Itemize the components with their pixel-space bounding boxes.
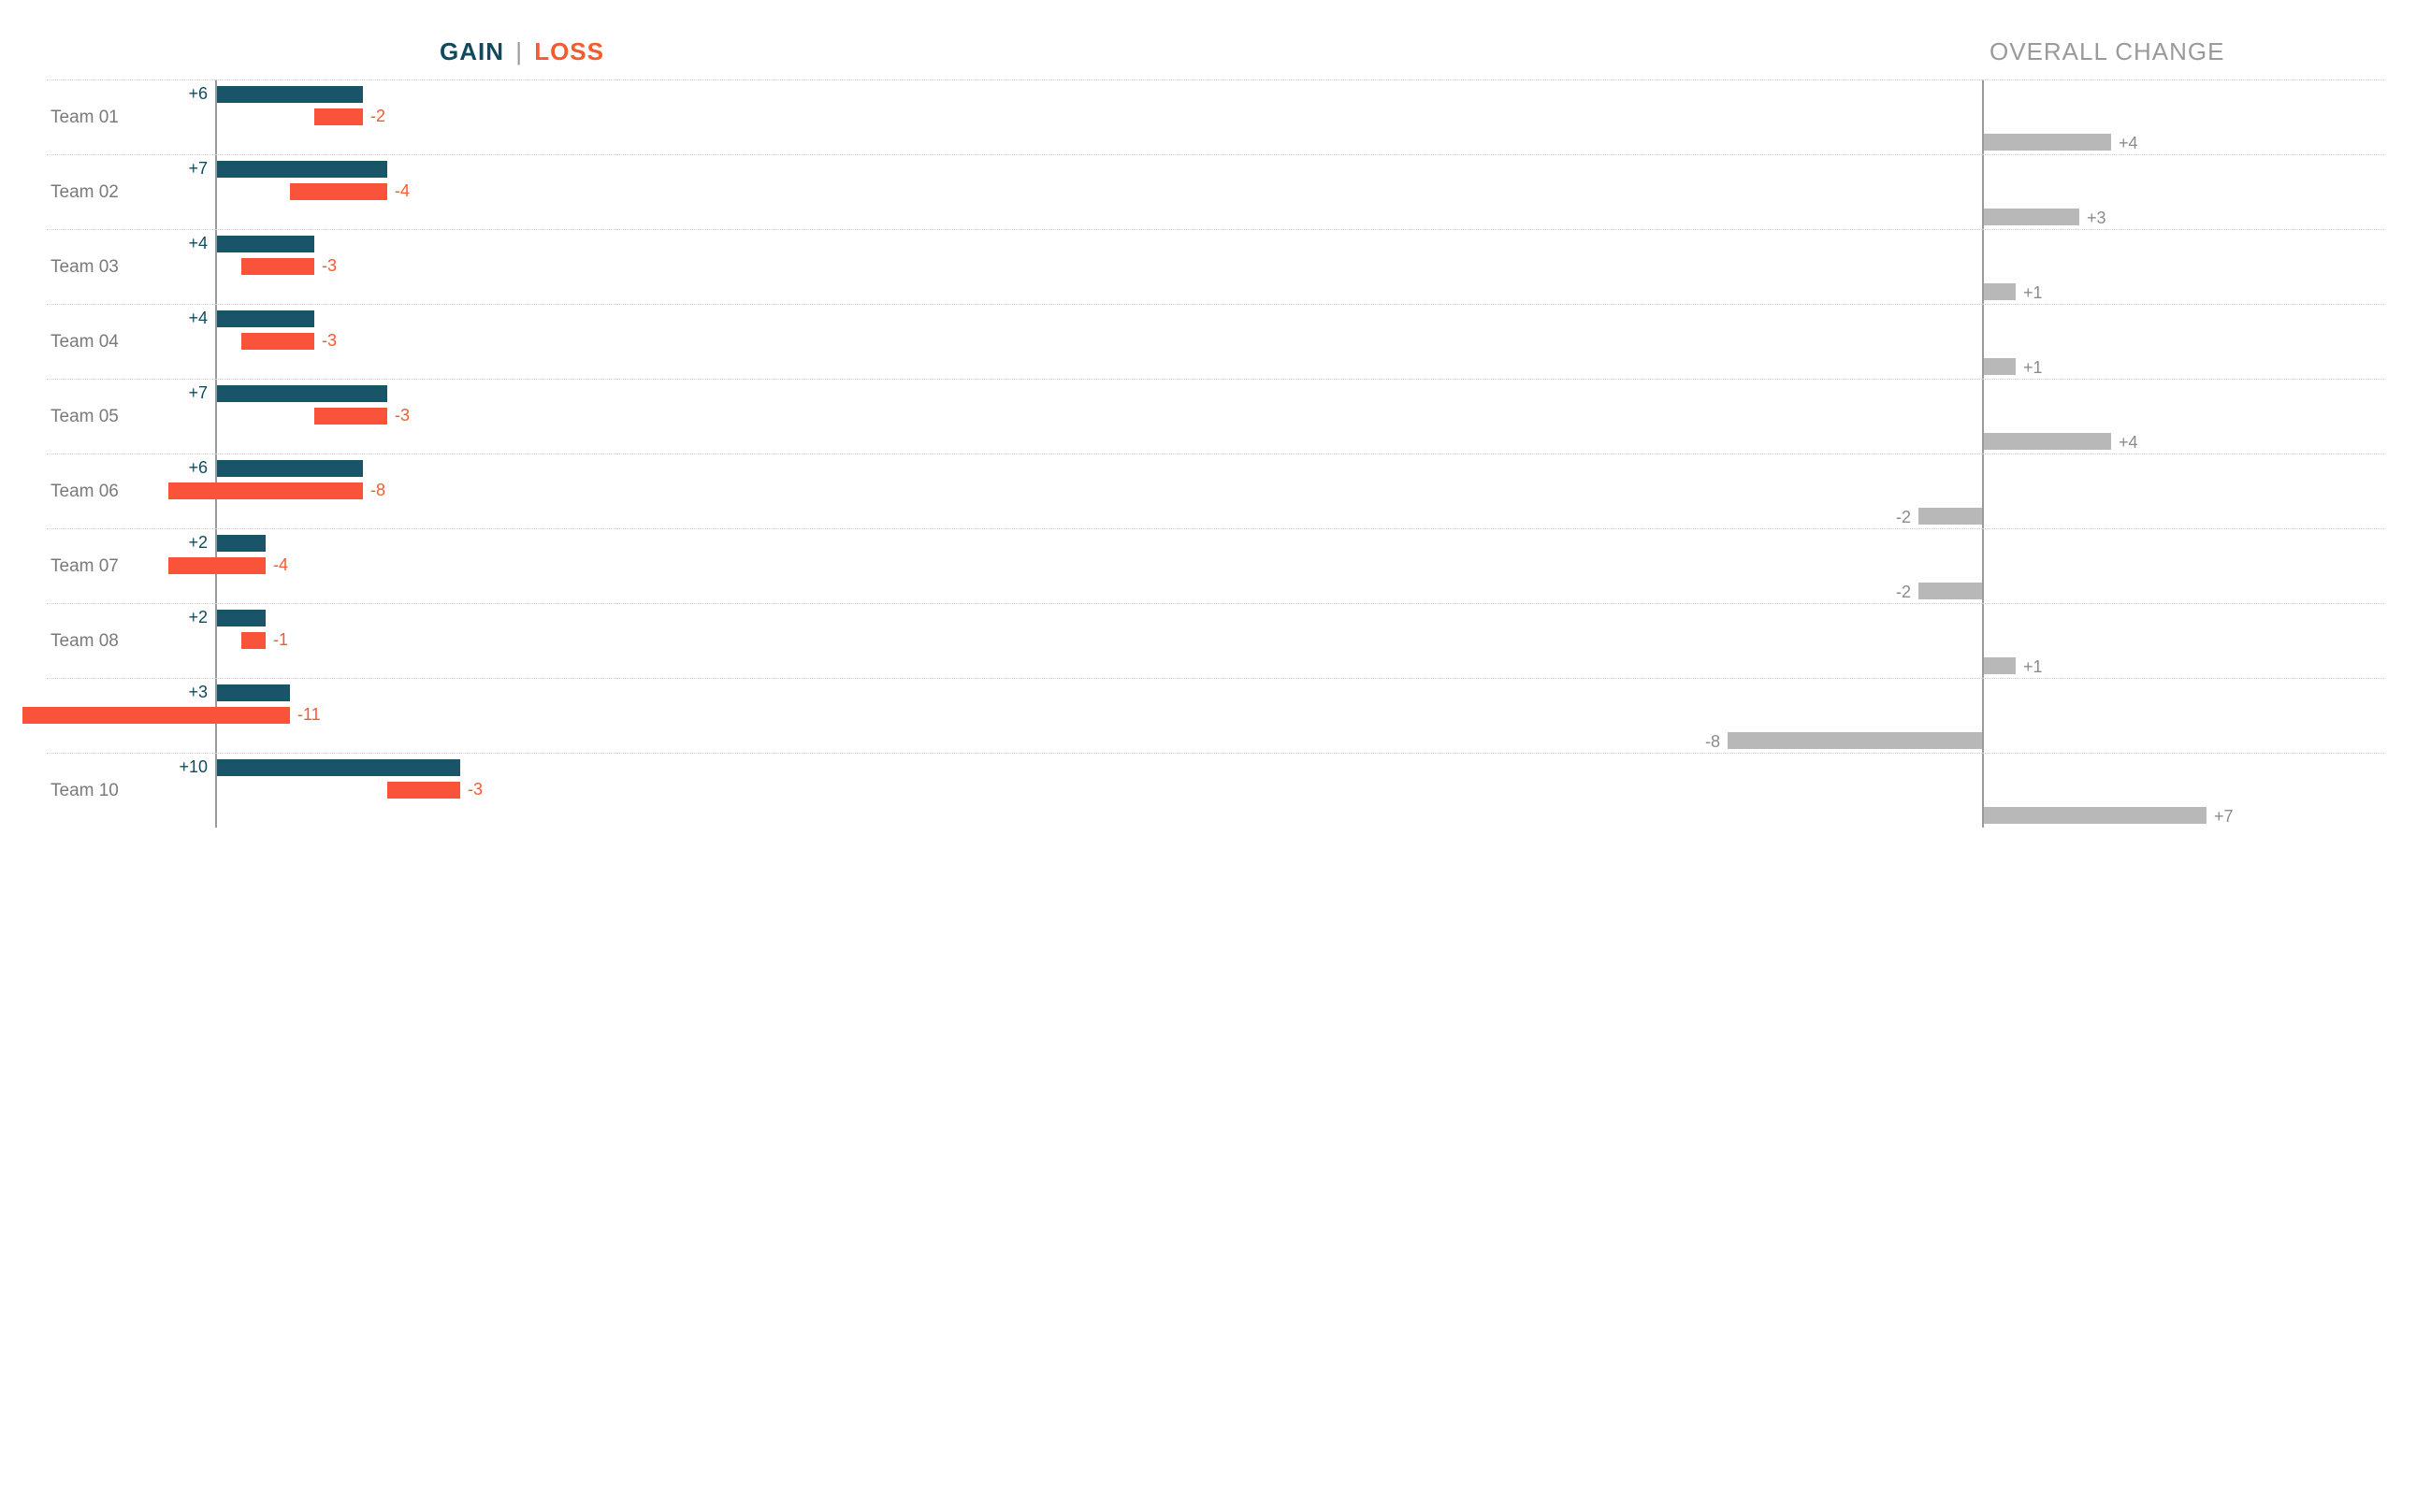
gap-cell	[617, 603, 1982, 678]
loss-bar	[22, 707, 290, 724]
gain-value: +3	[188, 684, 208, 700]
loss-value: -1	[273, 631, 288, 648]
gain-bar	[217, 759, 460, 776]
overall-cell: +4	[1982, 79, 2384, 154]
gain-loss-cell: +10-3	[215, 753, 617, 828]
header-gap	[617, 37, 1982, 79]
header-gain-loss: GAIN | LOSS	[215, 37, 617, 79]
loss-value: -3	[322, 257, 337, 274]
overall-value: +4	[2119, 135, 2138, 151]
gain-loss-cell: +2-1	[215, 603, 617, 678]
gain-value: +7	[188, 384, 208, 401]
overall-bar	[1984, 433, 2111, 450]
gap-cell: -2	[617, 528, 1982, 603]
gain-value: +7	[188, 160, 208, 177]
gain-loss-cell: +6-2	[215, 79, 617, 154]
gain-bar	[217, 161, 387, 178]
overall-value: +1	[2023, 284, 2043, 301]
loss-bar	[241, 333, 314, 350]
overall-value: +3	[2087, 209, 2106, 226]
overall-value: -2	[1896, 509, 1911, 526]
overall-value: -2	[1896, 583, 1911, 600]
overall-cell	[1982, 454, 2384, 528]
gain-loss-cell: +7-4	[215, 154, 617, 229]
header-pipe: |	[512, 37, 527, 65]
loss-header-text: LOSS	[534, 37, 604, 65]
gain-value: +2	[188, 609, 208, 626]
loss-value: -2	[370, 108, 385, 124]
gain-bar	[217, 684, 290, 701]
loss-bar	[387, 782, 460, 799]
overall-bar	[1984, 358, 2016, 375]
loss-value: -8	[370, 482, 385, 498]
gain-value: +4	[188, 310, 208, 326]
gain-loss-cell: +6-8	[215, 454, 617, 528]
overall-cell: +3	[1982, 154, 2384, 229]
loss-bar	[168, 557, 266, 574]
overall-cell: +1	[1982, 603, 2384, 678]
loss-bar	[168, 482, 363, 499]
gain-loss-cell: +7-3	[215, 379, 617, 454]
overall-bar	[1918, 583, 1982, 599]
gain-bar	[217, 86, 363, 103]
overall-value: +1	[2023, 359, 2043, 376]
header-overall: OVERALL CHANGE	[1982, 37, 2384, 79]
gap-cell	[617, 753, 1982, 828]
gain-loss-overall-chart: GAIN | LOSS OVERALL CHANGE Team 01+6-2+4…	[47, 37, 2384, 828]
gap-cell	[617, 154, 1982, 229]
gain-header-text: GAIN	[440, 37, 504, 65]
gain-value: +4	[188, 235, 208, 252]
overall-value: -8	[1705, 733, 1720, 750]
gain-value: +2	[188, 534, 208, 551]
gap-cell: -2	[617, 454, 1982, 528]
gain-value: +10	[179, 758, 208, 775]
loss-bar	[241, 258, 314, 275]
loss-value: -4	[395, 182, 410, 199]
gain-bar	[217, 310, 314, 327]
loss-bar	[290, 183, 387, 200]
gain-value: +6	[188, 459, 208, 476]
overall-bar	[1728, 732, 1982, 749]
loss-value: -3	[468, 781, 483, 798]
overall-cell	[1982, 528, 2384, 603]
gain-loss-cell: +4-3	[215, 304, 617, 379]
overall-cell: +4	[1982, 379, 2384, 454]
gain-bar	[217, 610, 266, 626]
overall-value: +4	[2119, 434, 2138, 451]
gap-cell	[617, 379, 1982, 454]
gap-cell	[617, 304, 1982, 379]
gain-loss-cell: +3-11	[215, 678, 617, 753]
header-spacer	[47, 37, 215, 79]
overall-bar	[1984, 657, 2016, 674]
overall-value: +7	[2214, 808, 2234, 825]
loss-value: -4	[273, 556, 288, 573]
gain-bar	[217, 236, 314, 252]
gain-bar	[217, 535, 266, 552]
overall-bar	[1918, 508, 1982, 525]
loss-bar	[241, 632, 266, 649]
gain-value: +6	[188, 85, 208, 102]
overall-cell: +7	[1982, 753, 2384, 828]
gain-bar	[217, 385, 387, 402]
loss-bar	[314, 108, 363, 125]
gap-cell: -8	[617, 678, 1982, 753]
overall-cell: +1	[1982, 304, 2384, 379]
loss-value: -11	[297, 706, 321, 723]
gain-loss-cell: +4-3	[215, 229, 617, 304]
overall-bar	[1984, 134, 2111, 151]
overall-cell	[1982, 678, 2384, 753]
gap-cell	[617, 229, 1982, 304]
overall-bar	[1984, 283, 2016, 300]
gain-bar	[217, 460, 363, 477]
gap-cell	[617, 79, 1982, 154]
loss-bar	[314, 408, 387, 425]
loss-value: -3	[395, 407, 410, 424]
overall-value: +1	[2023, 658, 2043, 675]
loss-value: -3	[322, 332, 337, 349]
overall-cell: +1	[1982, 229, 2384, 304]
gain-loss-cell: +2-4	[215, 528, 617, 603]
overall-bar	[1984, 209, 2079, 225]
overall-bar	[1984, 807, 2207, 824]
